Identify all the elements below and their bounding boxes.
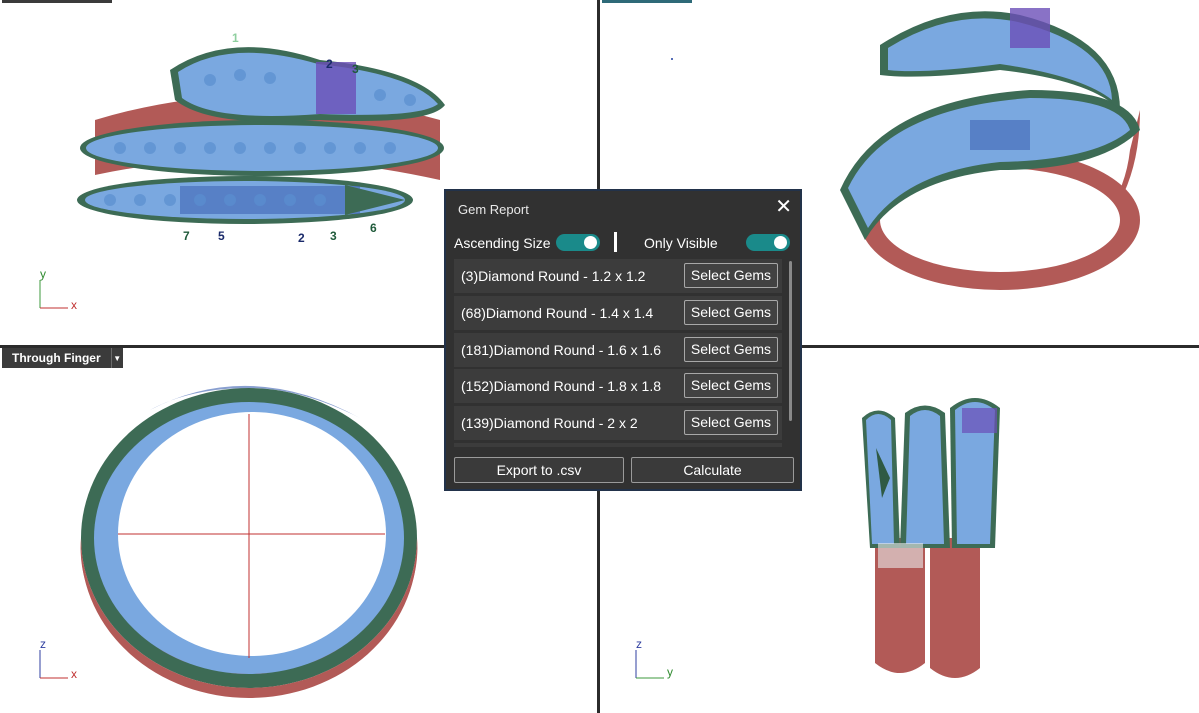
model-label-5: 5 [218,229,225,243]
model-label-2: 2 [326,57,333,71]
gem-name: (181)Diamond Round - 1.6 x 1.6 [461,342,661,358]
gem-row: (139)Diamond Round - 2 x 2 Select Gems [454,406,782,440]
select-gems-button[interactable]: Select Gems [684,373,778,398]
gem-name: (68)Diamond Round - 1.4 x 1.4 [461,305,654,321]
axis-z-label: z [40,637,46,651]
close-icon[interactable]: ✕ [775,197,792,217]
select-gems-button[interactable]: Select Gems [684,337,778,362]
axis-y-label: y [40,267,46,281]
only-visible-label: Only Visible [644,235,718,251]
viewport-tab-label: Through Finger [2,348,111,368]
model-label-7: 7 [183,229,190,243]
gem-row: (181)Diamond Round - 1.6 x 1.6 Select Ge… [454,333,782,367]
gem-row-partial [454,443,782,447]
gem-row: (68)Diamond Round - 1.4 x 1.4 Select Gem… [454,296,782,330]
gem-list-scrollbar[interactable] [789,261,792,421]
axis-y-label-side: y [667,665,673,679]
viewport-tab-through-finger[interactable]: Through Finger ▼ [2,348,123,368]
axis-x-label-front: x [71,667,77,681]
gem-report-dialog: Gem Report ✕ Ascending Size Only Visible… [444,189,802,491]
selection-point [671,58,673,60]
axis-z-label-side: z [636,637,642,651]
gem-name: (139)Diamond Round - 2 x 2 [461,415,638,431]
gem-row: (3)Diamond Round - 1.2 x 1.2 Select Gems [454,259,782,293]
select-gems-button[interactable]: Select Gems [684,263,778,288]
model-label-2-lower: 2 [298,231,305,245]
options-separator [614,232,617,252]
select-gems-button[interactable]: Select Gems [684,300,778,325]
gem-row: (152)Diamond Round - 1.8 x 1.8 Select Ge… [454,369,782,403]
model-label-6: 6 [370,221,377,235]
export-csv-button[interactable]: Export to .csv [454,457,624,483]
toggle-knob [584,236,597,249]
calculate-button[interactable]: Calculate [631,457,794,483]
dialog-title: Gem Report [458,202,529,217]
options-row: Ascending Size Only Visible [454,232,792,254]
model-label-3-lower: 3 [330,229,337,243]
gem-list[interactable]: (3)Diamond Round - 1.2 x 1.2 Select Gems… [454,259,786,447]
gem-name: (152)Diamond Round - 1.8 x 1.8 [461,378,661,394]
gem-name: (3)Diamond Round - 1.2 x 1.2 [461,268,646,284]
select-gems-button[interactable]: Select Gems [684,410,778,435]
toggle-knob [774,236,787,249]
model-label-1: 1 [232,31,239,45]
ring-coil-perspective [840,8,1140,290]
model-label-3: 3 [352,62,359,76]
only-visible-toggle[interactable] [746,234,790,251]
ascending-size-toggle[interactable] [556,234,600,251]
ascending-size-label: Ascending Size [454,235,551,251]
axis-x-label: x [71,298,77,312]
ring-coils-side [862,398,1000,678]
dropdown-arrow-icon[interactable]: ▼ [110,348,123,368]
